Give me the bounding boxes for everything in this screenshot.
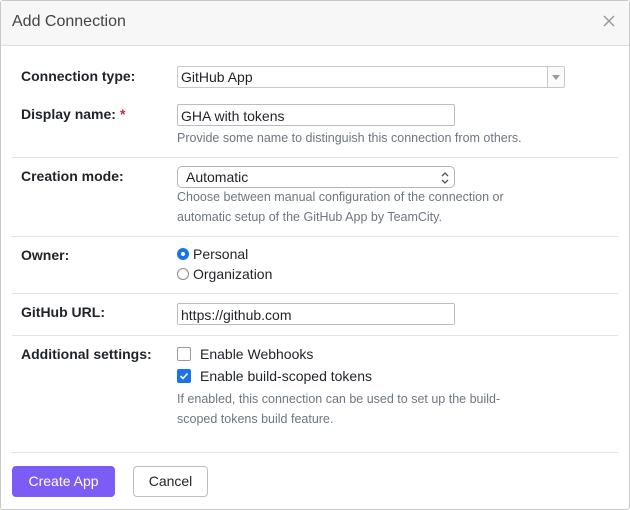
divider — [12, 157, 618, 158]
chevron-down-icon[interactable] — [547, 67, 564, 87]
github-url-label: GitHub URL: — [21, 304, 105, 320]
dialog-title: Add Connection — [12, 13, 126, 30]
divider — [12, 236, 618, 237]
github-url-value: https://github.com — [181, 307, 292, 323]
owner-radio-organization[interactable]: Organization — [177, 266, 272, 282]
owner-label: Owner: — [21, 247, 70, 263]
connection-type-label: Connection type: — [21, 68, 136, 84]
close-icon[interactable] — [601, 13, 617, 29]
enable-build-scoped-tokens-checkbox[interactable]: Enable build-scoped tokens — [177, 368, 372, 384]
owner-option-personal: Personal — [193, 246, 249, 262]
enable-webhooks-checkbox[interactable]: Enable Webhooks — [177, 346, 313, 362]
creation-mode-label: Creation mode: — [21, 168, 124, 184]
create-app-button[interactable]: Create App — [12, 466, 115, 497]
radio-unselected-icon[interactable] — [177, 268, 189, 280]
add-connection-dialog: Add Connection Connection type: GitHub A… — [0, 0, 630, 510]
dialog-header: Add Connection — [1, 1, 629, 46]
display-name-help: Provide some name to distinguish this co… — [177, 131, 522, 145]
additional-settings-help-1: If enabled, this connection can be used … — [177, 392, 501, 406]
owner-radio-personal[interactable]: Personal — [177, 246, 248, 262]
creation-mode-select[interactable]: Automatic — [177, 166, 455, 188]
chevron-up-down-icon — [440, 170, 450, 184]
display-name-field[interactable]: GHA with tokens — [177, 104, 455, 126]
creation-mode-help-2: automatic setup of the GitHub App by Tea… — [177, 210, 442, 224]
github-url-field[interactable]: https://github.com — [177, 303, 455, 325]
connection-type-select[interactable]: GitHub App — [177, 66, 565, 88]
display-name-label: Display name: * — [21, 106, 126, 122]
additional-settings-help-2: scoped tokens build feature. — [177, 412, 334, 426]
checkbox-unchecked-icon[interactable] — [177, 347, 191, 361]
required-mark: * — [119, 106, 126, 122]
divider — [12, 293, 618, 294]
owner-option-organization: Organization — [193, 266, 273, 282]
radio-selected-icon[interactable] — [177, 248, 189, 260]
connection-type-value: GitHub App — [181, 69, 253, 85]
enable-build-scoped-tokens-label: Enable build-scoped tokens — [200, 368, 373, 384]
creation-mode-value: Automatic — [186, 169, 249, 185]
cancel-button[interactable]: Cancel — [133, 466, 208, 497]
checkbox-checked-icon[interactable] — [177, 369, 191, 383]
divider — [12, 335, 618, 336]
divider — [12, 452, 618, 453]
additional-settings-label: Additional settings: — [21, 346, 152, 362]
enable-webhooks-label: Enable Webhooks — [200, 346, 314, 362]
display-name-value: GHA with tokens — [181, 108, 285, 124]
creation-mode-help-1: Choose between manual configuration of t… — [177, 190, 504, 204]
